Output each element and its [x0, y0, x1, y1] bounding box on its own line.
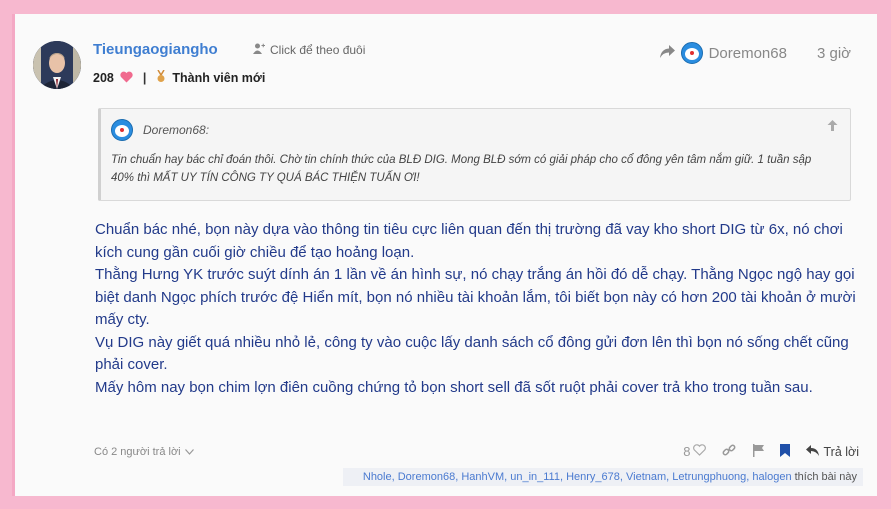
likes-count: 208	[93, 71, 114, 85]
body-paragraph: Mấy hôm nay bọn chim lợn điên cuồng chứn…	[95, 378, 813, 396]
chevron-down-icon	[184, 446, 194, 458]
post-card: Tieungaogiangho Click để theo đuôi 208 |…	[12, 14, 877, 496]
body-paragraph: Chuẩn bác nhé, bọn này dựa vào thông tin…	[95, 221, 843, 261]
quote-text: Tin chuẩn hay bác chỉ đoán thôi. Chờ tin…	[111, 154, 812, 184]
liked-by-users[interactable]: Nhole, Doremon68, HanhVM, un_in_111, Hen…	[363, 471, 792, 483]
reply-button[interactable]: Trả lời	[806, 444, 859, 459]
liked-suffix: thích bài này	[794, 471, 857, 483]
reply-icon	[806, 444, 820, 459]
reply-to-user[interactable]: Doremon68	[709, 45, 787, 62]
quote-header: Doremon68:	[111, 119, 209, 141]
post-actions: 8 Trả lời	[683, 443, 859, 460]
liked-by-bar: Nhole, Doremon68, HanhVM, un_in_111, Hen…	[343, 468, 863, 486]
body-paragraph: Thằng Hưng YK trước suýt dính án 1 lần v…	[95, 266, 856, 328]
quote-author[interactable]: Doremon68:	[143, 123, 209, 137]
replies-toggle[interactable]: Có 2 người trả lời	[94, 446, 194, 458]
username[interactable]: Tieungaogiangho	[93, 41, 218, 58]
quote-block: Doremon68: Tin chuẩn hay bác chỉ đoán th…	[98, 108, 851, 201]
link-icon[interactable]	[722, 443, 736, 460]
flag-icon[interactable]	[752, 443, 765, 460]
doremon-avatar-icon[interactable]	[680, 42, 703, 64]
user-stats: 208 | Thành viên mới	[93, 69, 266, 86]
post-time[interactable]: 3 giờ	[817, 45, 851, 62]
reply-label: Trả lời	[823, 444, 859, 459]
follow-button[interactable]: Click để theo đuôi	[253, 43, 365, 57]
post-body: Chuẩn bác nhé, bọn này dựa vào thông tin…	[95, 219, 865, 399]
follow-label: Click để theo đuôi	[270, 43, 366, 57]
like-button[interactable]: 8	[683, 444, 707, 459]
heart-icon	[120, 71, 133, 86]
divider: |	[142, 71, 147, 85]
arrow-up-icon[interactable]	[827, 119, 838, 134]
bookmark-icon[interactable]	[780, 443, 791, 460]
like-count: 8	[683, 444, 691, 459]
user-plus-icon	[253, 43, 265, 57]
avatar[interactable]	[33, 41, 81, 89]
member-title: Thành viên mới	[172, 71, 266, 85]
medal-icon	[156, 69, 166, 86]
post-meta: Doremon68 3 giờ	[659, 42, 851, 64]
body-paragraph: Vụ DIG này giết quá nhiều nhỏ lẻ, công t…	[95, 333, 849, 374]
share-icon[interactable]	[659, 44, 675, 62]
quote-avatar-icon[interactable]	[111, 119, 133, 141]
heart-outline-icon	[693, 444, 707, 459]
replies-label: Có 2 người trả lời	[94, 446, 181, 458]
